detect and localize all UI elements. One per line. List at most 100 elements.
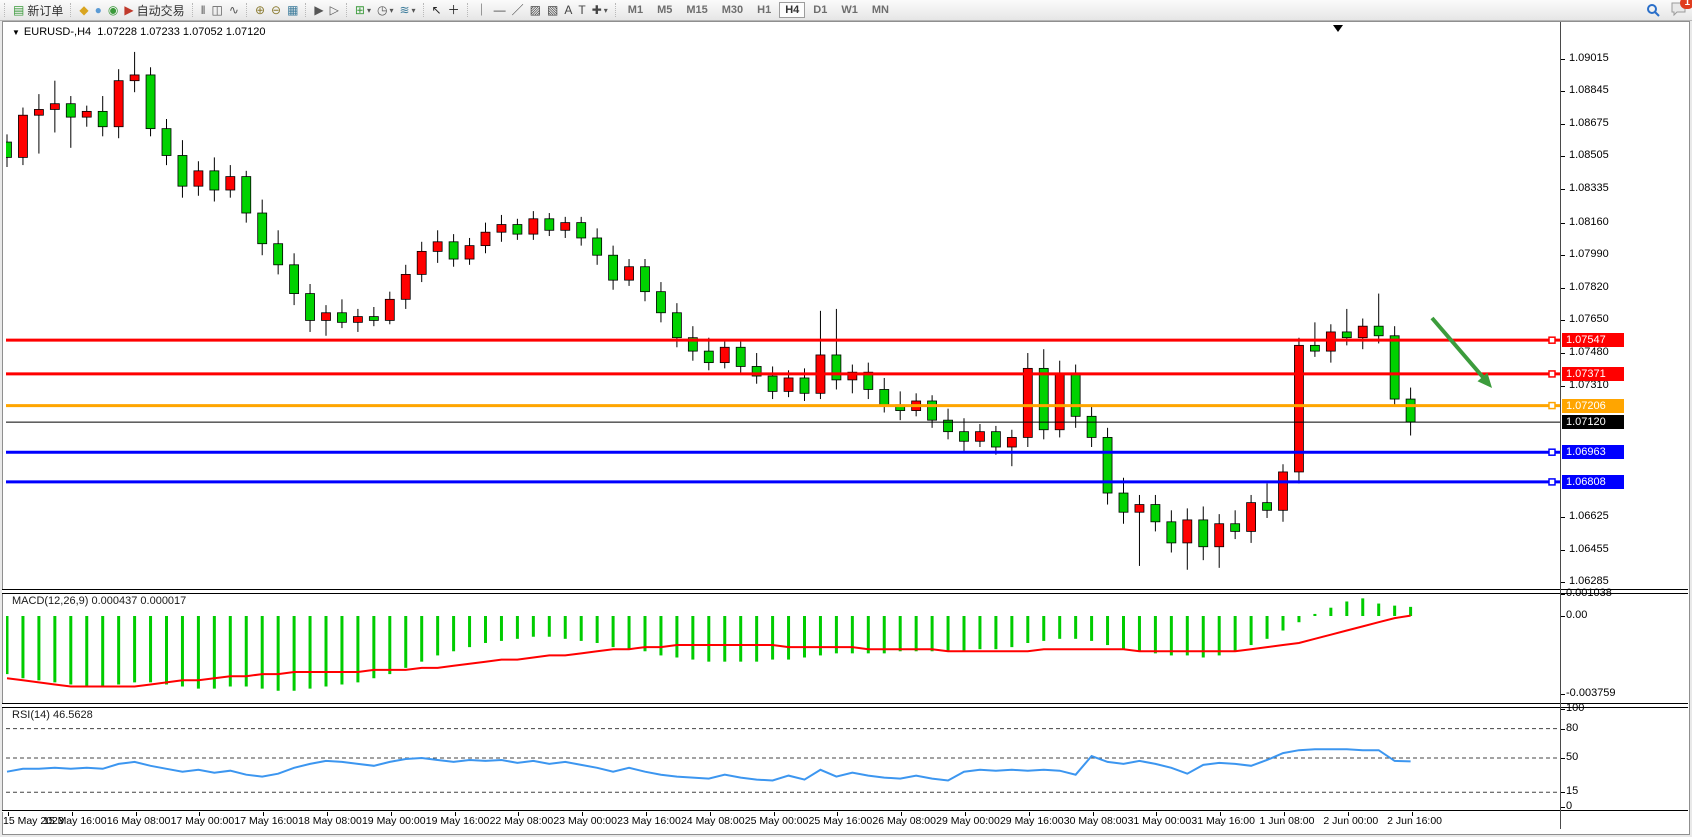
candle-body[interactable] — [258, 213, 267, 244]
timeframe-w1[interactable]: W1 — [835, 2, 864, 18]
horizontal-line-button[interactable]: — — [491, 1, 509, 19]
candle-body[interactable] — [1310, 345, 1319, 351]
candle-body[interactable] — [6, 142, 12, 157]
candle-body[interactable] — [146, 75, 155, 129]
timeframe-h1[interactable]: H1 — [751, 2, 777, 18]
timeframe-m15[interactable]: M15 — [680, 2, 713, 18]
candle-body[interactable] — [545, 219, 554, 231]
new-chart-button[interactable]: ⊞▾ — [352, 1, 374, 19]
candle-body[interactable] — [162, 129, 171, 156]
line-chart-button[interactable]: ∿ — [226, 1, 242, 19]
candle-body[interactable] — [34, 109, 43, 115]
candle-body[interactable] — [433, 242, 442, 252]
mql5-market-button[interactable]: ◆ — [76, 1, 91, 19]
candle-body[interactable] — [50, 104, 59, 110]
candle-body[interactable] — [274, 244, 283, 265]
rsi-pane[interactable] — [6, 707, 1560, 811]
candle-body[interactable] — [577, 223, 586, 238]
candle-body[interactable] — [625, 267, 634, 280]
candle-body[interactable] — [1039, 368, 1048, 429]
chevron-down-icon[interactable]: ▼ — [12, 28, 20, 37]
candle-body[interactable] — [593, 238, 602, 255]
candle-body[interactable] — [1135, 505, 1144, 513]
chart-ohlc-header[interactable]: ▼EURUSD-,H4 1.07228 1.07233 1.07052 1.07… — [12, 26, 266, 38]
candle-body[interactable] — [800, 378, 809, 393]
candle-body[interactable] — [1007, 437, 1016, 447]
candle-body[interactable] — [1231, 524, 1240, 532]
candle-body[interactable] — [242, 177, 251, 213]
candle-body[interactable] — [114, 81, 123, 127]
candle-body[interactable] — [513, 225, 522, 235]
search-icon[interactable] — [1646, 3, 1661, 18]
timeframe-h4[interactable]: H4 — [779, 2, 805, 18]
candle-body[interactable] — [18, 115, 27, 157]
vertical-line-button[interactable]: ｜ — [473, 1, 491, 19]
line-anchor[interactable] — [1549, 403, 1555, 409]
community-button[interactable]: ● — [92, 1, 105, 19]
candle-body[interactable] — [736, 347, 745, 366]
candle-body[interactable] — [1342, 332, 1351, 338]
text-button[interactable]: A — [561, 1, 575, 19]
candle-body[interactable] — [1183, 520, 1192, 543]
candle-body[interactable] — [975, 432, 984, 442]
candle-body[interactable] — [465, 246, 474, 259]
timeframe-mn[interactable]: MN — [866, 2, 895, 18]
zoom-out-button[interactable]: ⊖ — [268, 1, 284, 19]
candle-body[interactable] — [82, 111, 91, 117]
candle-body[interactable] — [1055, 374, 1064, 430]
macd-pane[interactable] — [6, 593, 1560, 703]
candle-body[interactable] — [353, 317, 362, 323]
candle-body[interactable] — [656, 292, 665, 313]
candle-body[interactable] — [832, 355, 841, 380]
candle-body[interactable] — [1167, 522, 1176, 543]
candlestick-chart-button[interactable]: ◫ — [209, 1, 226, 19]
periods-button[interactable]: ◷▾ — [374, 1, 397, 19]
candle-body[interactable] — [210, 171, 219, 190]
candle-body[interactable] — [401, 274, 410, 299]
candle-body[interactable] — [1215, 524, 1224, 547]
candle-body[interactable] — [1279, 472, 1288, 510]
candle-body[interactable] — [609, 255, 618, 280]
timeframe-d1[interactable]: D1 — [807, 2, 833, 18]
candle-body[interactable] — [1263, 503, 1272, 511]
candle-body[interactable] — [481, 232, 490, 245]
autotrading-button[interactable]: ▶自动交易 — [121, 1, 187, 19]
bar-chart-button[interactable]: ǁ — [198, 1, 209, 19]
chart-shift-button[interactable]: ▷ — [327, 1, 342, 19]
candle-body[interactable] — [306, 294, 315, 321]
cursor-button[interactable]: ↖ — [429, 1, 445, 19]
notifications-button[interactable]: 1 — [1671, 2, 1686, 19]
candle-body[interactable] — [529, 219, 538, 234]
pane-separator[interactable] — [2, 703, 1688, 708]
timeframe-m5[interactable]: M5 — [651, 2, 678, 18]
candle-body[interactable] — [641, 267, 650, 292]
candle-body[interactable] — [1199, 520, 1208, 547]
candle-body[interactable] — [226, 177, 235, 190]
candle-body[interactable] — [561, 223, 570, 231]
candle-body[interactable] — [1087, 416, 1096, 437]
price-chart-pane[interactable] — [6, 22, 1560, 590]
candle-body[interactable] — [66, 104, 75, 117]
candle-body[interactable] — [880, 389, 889, 404]
candle-body[interactable] — [1247, 503, 1256, 532]
fibonacci-button[interactable]: ▧ — [544, 1, 561, 19]
candle-body[interactable] — [991, 432, 1000, 447]
candle-body[interactable] — [1023, 368, 1032, 437]
candle-body[interactable] — [449, 242, 458, 259]
candle-body[interactable] — [784, 378, 793, 391]
new-order-button[interactable]: ▤新订单 — [10, 1, 66, 19]
candle-body[interactable] — [194, 171, 203, 186]
text-label-button[interactable]: T — [575, 1, 588, 19]
candle-body[interactable] — [960, 432, 969, 442]
candle-body[interactable] — [1119, 493, 1128, 512]
signals-button[interactable]: ◉ — [105, 1, 121, 19]
candle-body[interactable] — [98, 111, 107, 126]
arrows-button[interactable]: ✚▾ — [589, 1, 611, 19]
candle-body[interactable] — [1151, 505, 1160, 522]
candle-body[interactable] — [1103, 437, 1112, 493]
candle-body[interactable] — [704, 351, 713, 363]
candle-body[interactable] — [178, 155, 187, 186]
candle-body[interactable] — [130, 75, 139, 81]
auto-scroll-button[interactable]: ▶ — [311, 1, 326, 19]
timeframe-m1[interactable]: M1 — [622, 2, 649, 18]
